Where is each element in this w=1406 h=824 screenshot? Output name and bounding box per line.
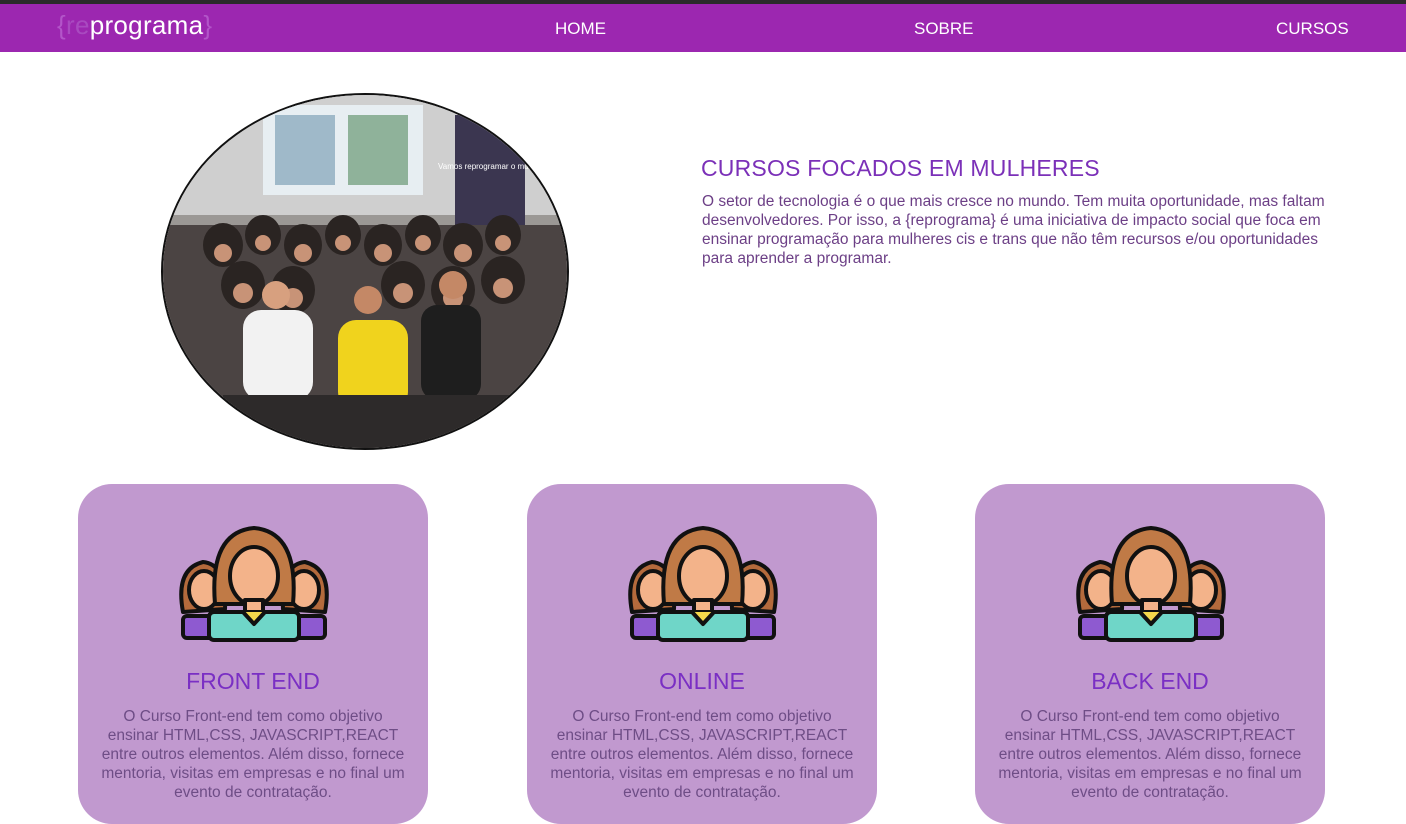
- card-title: BACK END: [1091, 668, 1209, 694]
- hero-title: CURSOS FOCADOS EM MULHERES: [701, 155, 1100, 181]
- card-description: O Curso Front-end tem como objetivo ensi…: [550, 708, 854, 801]
- card-title: ONLINE: [659, 668, 745, 694]
- logo[interactable]: {reprograma}: [57, 10, 212, 41]
- nav-home-link[interactable]: HOME: [555, 19, 606, 39]
- women-group-icon: [179, 526, 329, 642]
- logo-programa: programa: [89, 10, 204, 40]
- card-description: O Curso Front-end tem como objetivo ensi…: [101, 708, 405, 801]
- hero-description: O setor de tecnologia é o que mais cresc…: [702, 193, 1325, 267]
- logo-brace-close: }: [203, 10, 213, 40]
- course-card-front-end[interactable]: FRONT END O Curso Front-end tem como obj…: [78, 484, 428, 824]
- logo-brace-open: {: [57, 10, 66, 40]
- course-card-back-end[interactable]: BACK END O Curso Front-end tem como obje…: [975, 484, 1325, 824]
- women-group-icon: [1076, 526, 1226, 642]
- navbar: {reprograma} HOME SOBRE CURSOS: [0, 4, 1406, 52]
- nav-cursos-link[interactable]: CURSOS: [1276, 19, 1349, 39]
- card-title: FRONT END: [186, 668, 320, 694]
- hero-banner-text: Vamos reprogramar o mundo: [438, 162, 542, 171]
- course-card-online[interactable]: ONLINE O Curso Front-end tem como objeti…: [527, 484, 877, 824]
- hero-group-photo: Vamos reprogramar o mundo: [161, 93, 569, 450]
- women-group-icon: [628, 526, 778, 642]
- nav-sobre-link[interactable]: SOBRE: [914, 19, 974, 39]
- logo-re: re: [65, 10, 90, 40]
- card-description: O Curso Front-end tem como objetivo ensi…: [998, 708, 1302, 801]
